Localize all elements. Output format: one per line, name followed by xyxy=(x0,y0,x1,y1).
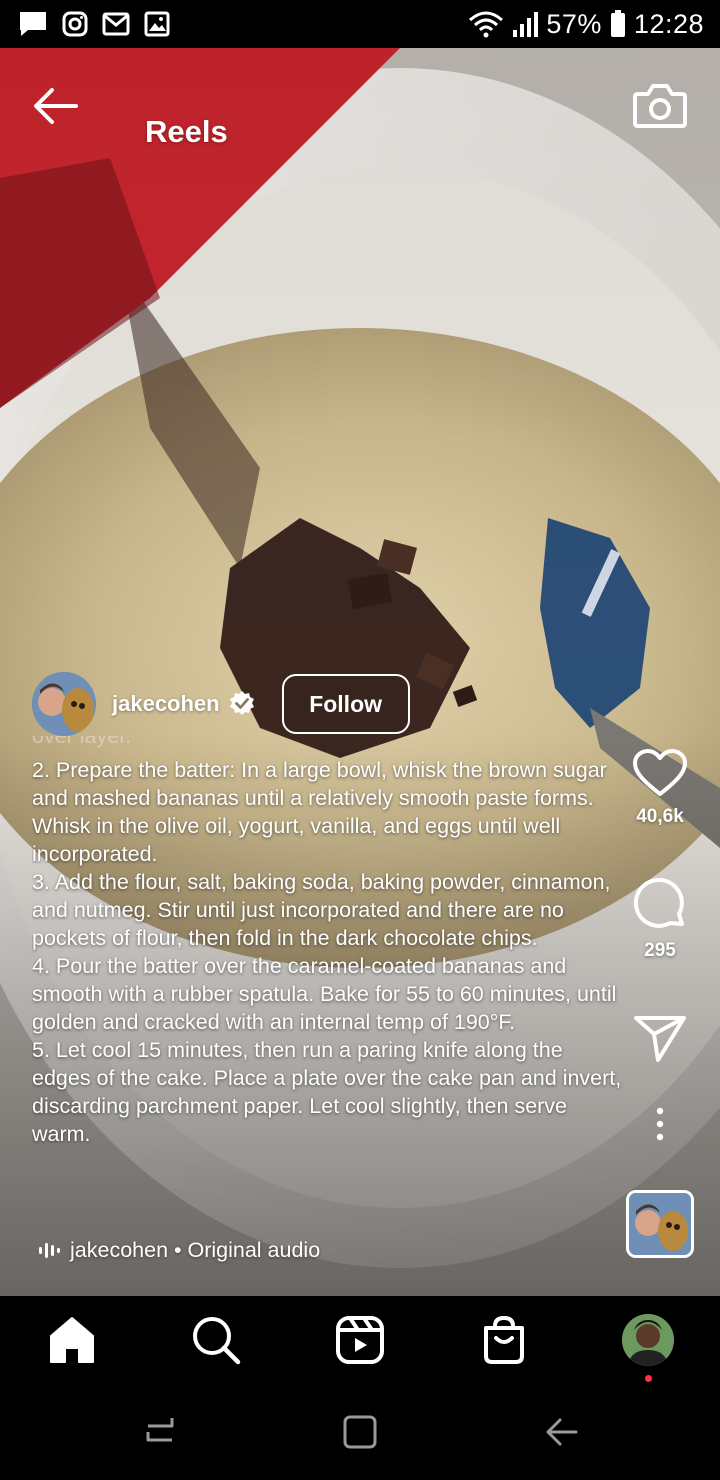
like-action: 40,6k xyxy=(620,748,700,828)
wifi-icon xyxy=(469,11,504,38)
gmail-icon xyxy=(102,12,130,36)
more-action xyxy=(620,1106,700,1142)
instagram-icon xyxy=(62,11,88,37)
system-navigation xyxy=(0,1384,720,1480)
audio-thumbnail-image xyxy=(629,1193,691,1255)
gallery-icon xyxy=(144,11,170,37)
reels-icon[interactable] xyxy=(334,1314,386,1366)
comment-action: 295 xyxy=(620,876,700,962)
like-count: 40,6k xyxy=(636,806,684,827)
search-icon[interactable] xyxy=(190,1314,242,1366)
author-row: jakecohen Follow xyxy=(32,672,410,736)
battery-percent: 57% xyxy=(546,8,602,39)
shop-icon[interactable] xyxy=(478,1314,530,1366)
caption-text: 2. Prepare the batter: In a large bowl, … xyxy=(32,758,622,1146)
profile-avatar[interactable] xyxy=(622,1314,674,1366)
message-icon xyxy=(20,12,46,36)
heart-icon[interactable] xyxy=(632,748,688,798)
author-avatar[interactable] xyxy=(32,672,96,736)
comment-count: 295 xyxy=(644,940,676,961)
home-icon[interactable] xyxy=(46,1314,98,1366)
audio-label: jakecohen • Original audio xyxy=(70,1237,321,1262)
avatar-image xyxy=(32,672,96,736)
follow-button[interactable]: Follow xyxy=(281,674,410,734)
status-notification-icons xyxy=(0,10,170,38)
audio-waveform-icon xyxy=(39,1243,60,1258)
back-icon[interactable] xyxy=(540,1410,584,1454)
home-button-icon[interactable] xyxy=(338,1410,382,1454)
comment-icon[interactable] xyxy=(632,876,688,932)
status-system-icons: 57% 12:28 xyxy=(468,0,704,48)
bottom-navigation xyxy=(0,1296,720,1384)
reels-header: Reels xyxy=(0,48,720,160)
camera-icon[interactable] xyxy=(632,80,688,130)
send-icon[interactable] xyxy=(632,1014,688,1064)
arrow-left-icon[interactable] xyxy=(28,78,84,134)
verified-badge-icon xyxy=(229,691,254,715)
profile-avatar-image xyxy=(622,1314,674,1366)
share-action xyxy=(620,1014,700,1064)
caption-overflow-text: over layer. xyxy=(32,736,132,748)
page-title: Reels xyxy=(145,114,228,149)
notification-dot xyxy=(645,1375,652,1382)
recents-icon[interactable] xyxy=(138,1410,182,1454)
audio-row[interactable]: jakecohen • Original audio xyxy=(38,1234,320,1266)
audio-thumbnail[interactable] xyxy=(626,1190,694,1258)
battery-icon xyxy=(610,10,625,37)
caption-container[interactable]: over layer. 2. Prepare the batter: In a … xyxy=(32,736,622,1206)
status-time: 12:28 xyxy=(633,8,704,39)
status-bar: 57% 12:28 xyxy=(0,0,720,48)
more-icon[interactable] xyxy=(650,1106,670,1142)
author-username[interactable]: jakecohen xyxy=(112,691,220,717)
signal-icon xyxy=(513,12,539,37)
